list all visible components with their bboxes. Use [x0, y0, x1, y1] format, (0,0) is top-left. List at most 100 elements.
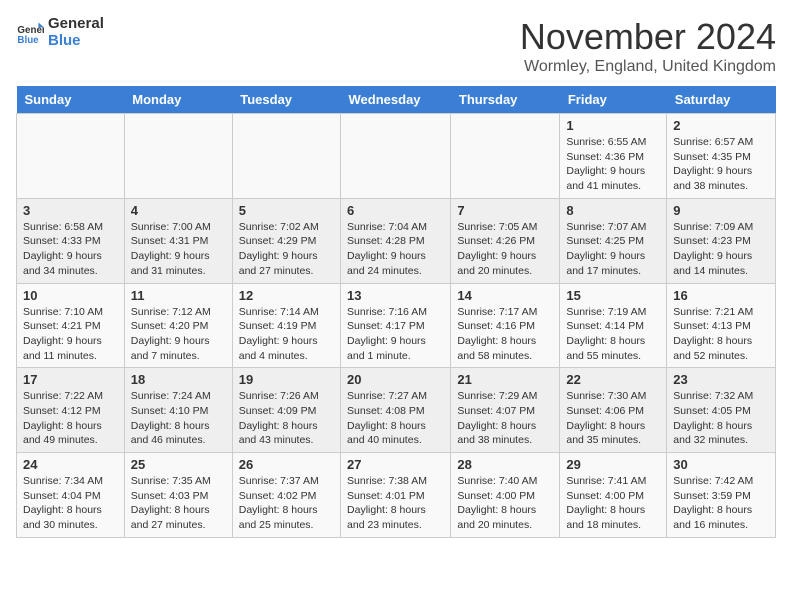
day-info: Sunrise: 7:00 AM Sunset: 4:31 PM Dayligh… — [131, 220, 226, 279]
week-row-4: 17 Sunrise: 7:22 AM Sunset: 4:12 PM Dayli… — [17, 368, 776, 453]
day-number: 23 — [673, 372, 769, 387]
day-cell-29: 29Sunrise: 7:41 AM Sunset: 4:00 PM Dayli… — [560, 453, 667, 538]
empty-cell — [451, 114, 560, 199]
day-info: Sunrise: 7:41 AM Sunset: 4:00 PM Dayligh… — [566, 474, 660, 533]
day-number: 12 — [239, 288, 334, 303]
day-cell-16: 16 Sunrise: 7:21 AM Sunset: 4:13 PM Dayli… — [667, 283, 776, 368]
day-number: 28 — [457, 457, 553, 472]
day-info: Sunrise: 7:32 AM Sunset: 4:05 PM Dayligh… — [673, 389, 769, 448]
day-info: Sunrise: 7:34 AM Sunset: 4:04 PM Dayligh… — [23, 474, 118, 533]
day-info: Sunrise: 7:38 AM Sunset: 4:01 PM Dayligh… — [347, 474, 444, 533]
day-cell-10: 10Sunrise: 7:10 AM Sunset: 4:21 PM Dayli… — [17, 283, 125, 368]
day-cell-6: 6 Sunrise: 7:04 AM Sunset: 4:28 PM Daylig… — [341, 198, 451, 283]
day-info: Sunrise: 6:58 AM Sunset: 4:33 PM Dayligh… — [23, 220, 118, 279]
week-row-2: 3Sunrise: 6:58 AM Sunset: 4:33 PM Daylig… — [17, 198, 776, 283]
calendar-table: SundayMondayTuesdayWednesdayThursdayFrid… — [16, 86, 776, 538]
empty-cell — [341, 114, 451, 199]
day-cell-9: 9Sunrise: 7:09 AM Sunset: 4:23 PM Daylig… — [667, 198, 776, 283]
location: Wormley, England, United Kingdom — [520, 58, 776, 76]
empty-cell — [232, 114, 340, 199]
day-cell-1: 1Sunrise: 6:55 AM Sunset: 4:36 PM Daylig… — [560, 114, 667, 199]
weekday-header-sunday: Sunday — [17, 86, 125, 114]
day-number: 18 — [131, 372, 226, 387]
logo-icon: General Blue — [16, 19, 44, 47]
day-info: Sunrise: 7:29 AM Sunset: 4:07 PM Dayligh… — [457, 389, 553, 448]
logo-blue: Blue — [48, 33, 104, 50]
day-cell-3: 3Sunrise: 6:58 AM Sunset: 4:33 PM Daylig… — [17, 198, 125, 283]
day-number: 26 — [239, 457, 334, 472]
day-cell-24: 24 Sunrise: 7:34 AM Sunset: 4:04 PM Dayli… — [17, 453, 125, 538]
day-info: Sunrise: 7:10 AM Sunset: 4:21 PM Dayligh… — [23, 305, 118, 364]
day-number: 2 — [673, 118, 769, 133]
day-number: 7 — [457, 203, 553, 218]
day-info: Sunrise: 7:40 AM Sunset: 4:00 PM Dayligh… — [457, 474, 553, 533]
day-cell-19: 19Sunrise: 7:26 AM Sunset: 4:09 PM Dayli… — [232, 368, 340, 453]
day-number: 25 — [131, 457, 226, 472]
day-info: Sunrise: 7:05 AM Sunset: 4:26 PM Dayligh… — [457, 220, 553, 279]
day-number: 5 — [239, 203, 334, 218]
day-cell-28: 28 Sunrise: 7:40 AM Sunset: 4:00 PM Dayli… — [451, 453, 560, 538]
day-cell-2: 2 Sunrise: 6:57 AM Sunset: 4:35 PM Daylig… — [667, 114, 776, 199]
day-info: Sunrise: 7:22 AM Sunset: 4:12 PM Dayligh… — [23, 389, 118, 448]
day-info: Sunrise: 7:24 AM Sunset: 4:10 PM Dayligh… — [131, 389, 226, 448]
day-number: 11 — [131, 288, 226, 303]
day-info: Sunrise: 7:16 AM Sunset: 4:17 PM Dayligh… — [347, 305, 444, 364]
week-row-3: 10Sunrise: 7:10 AM Sunset: 4:21 PM Dayli… — [17, 283, 776, 368]
day-cell-27: 27 Sunrise: 7:38 AM Sunset: 4:01 PM Dayli… — [341, 453, 451, 538]
day-info: Sunrise: 7:19 AM Sunset: 4:14 PM Dayligh… — [566, 305, 660, 364]
weekday-header-row: SundayMondayTuesdayWednesdayThursdayFrid… — [17, 86, 776, 114]
day-info: Sunrise: 7:37 AM Sunset: 4:02 PM Dayligh… — [239, 474, 334, 533]
day-info: Sunrise: 7:42 AM Sunset: 3:59 PM Dayligh… — [673, 474, 769, 533]
weekday-header-tuesday: Tuesday — [232, 86, 340, 114]
day-number: 13 — [347, 288, 444, 303]
day-number: 17 — [23, 372, 118, 387]
day-number: 15 — [566, 288, 660, 303]
day-info: Sunrise: 7:04 AM Sunset: 4:28 PM Dayligh… — [347, 220, 444, 279]
day-number: 24 — [23, 457, 118, 472]
month-title: November 2024 — [520, 16, 776, 58]
day-number: 20 — [347, 372, 444, 387]
day-cell-21: 21Sunrise: 7:29 AM Sunset: 4:07 PM Dayli… — [451, 368, 560, 453]
day-cell-13: 13 Sunrise: 7:16 AM Sunset: 4:17 PM Dayli… — [341, 283, 451, 368]
empty-cell — [17, 114, 125, 199]
day-number: 9 — [673, 203, 769, 218]
day-info: Sunrise: 7:35 AM Sunset: 4:03 PM Dayligh… — [131, 474, 226, 533]
day-info: Sunrise: 7:14 AM Sunset: 4:19 PM Dayligh… — [239, 305, 334, 364]
weekday-header-wednesday: Wednesday — [341, 86, 451, 114]
day-info: Sunrise: 7:30 AM Sunset: 4:06 PM Dayligh… — [566, 389, 660, 448]
day-info: Sunrise: 7:17 AM Sunset: 4:16 PM Dayligh… — [457, 305, 553, 364]
empty-cell — [124, 114, 232, 199]
day-info: Sunrise: 7:12 AM Sunset: 4:20 PM Dayligh… — [131, 305, 226, 364]
day-info: Sunrise: 7:21 AM Sunset: 4:13 PM Dayligh… — [673, 305, 769, 364]
day-cell-26: 26 Sunrise: 7:37 AM Sunset: 4:02 PM Dayli… — [232, 453, 340, 538]
day-number: 27 — [347, 457, 444, 472]
day-number: 30 — [673, 457, 769, 472]
logo-general: General — [48, 16, 104, 33]
day-number: 6 — [347, 203, 444, 218]
weekday-header-saturday: Saturday — [667, 86, 776, 114]
day-cell-4: 4Sunrise: 7:00 AM Sunset: 4:31 PM Daylig… — [124, 198, 232, 283]
day-number: 16 — [673, 288, 769, 303]
day-number: 22 — [566, 372, 660, 387]
day-number: 19 — [239, 372, 334, 387]
day-cell-17: 17 Sunrise: 7:22 AM Sunset: 4:12 PM Dayli… — [17, 368, 125, 453]
day-info: Sunrise: 7:27 AM Sunset: 4:08 PM Dayligh… — [347, 389, 444, 448]
day-cell-12: 12 Sunrise: 7:14 AM Sunset: 4:19 PM Dayli… — [232, 283, 340, 368]
day-cell-8: 8 Sunrise: 7:07 AM Sunset: 4:25 PM Daylig… — [560, 198, 667, 283]
day-number: 14 — [457, 288, 553, 303]
day-info: Sunrise: 7:02 AM Sunset: 4:29 PM Dayligh… — [239, 220, 334, 279]
weekday-header-friday: Friday — [560, 86, 667, 114]
weekday-header-thursday: Thursday — [451, 86, 560, 114]
day-cell-5: 5 Sunrise: 7:02 AM Sunset: 4:29 PM Daylig… — [232, 198, 340, 283]
day-info: Sunrise: 7:07 AM Sunset: 4:25 PM Dayligh… — [566, 220, 660, 279]
weekday-header-monday: Monday — [124, 86, 232, 114]
day-cell-20: 20 Sunrise: 7:27 AM Sunset: 4:08 PM Dayli… — [341, 368, 451, 453]
day-cell-11: 11 Sunrise: 7:12 AM Sunset: 4:20 PM Dayli… — [124, 283, 232, 368]
day-number: 8 — [566, 203, 660, 218]
logo: General Blue General Blue — [16, 16, 104, 49]
svg-text:Blue: Blue — [17, 34, 39, 45]
day-info: Sunrise: 6:57 AM Sunset: 4:35 PM Dayligh… — [673, 135, 769, 194]
day-cell-15: 15 Sunrise: 7:19 AM Sunset: 4:14 PM Dayli… — [560, 283, 667, 368]
day-cell-25: 25 Sunrise: 7:35 AM Sunset: 4:03 PM Dayli… — [124, 453, 232, 538]
day-number: 1 — [566, 118, 660, 133]
